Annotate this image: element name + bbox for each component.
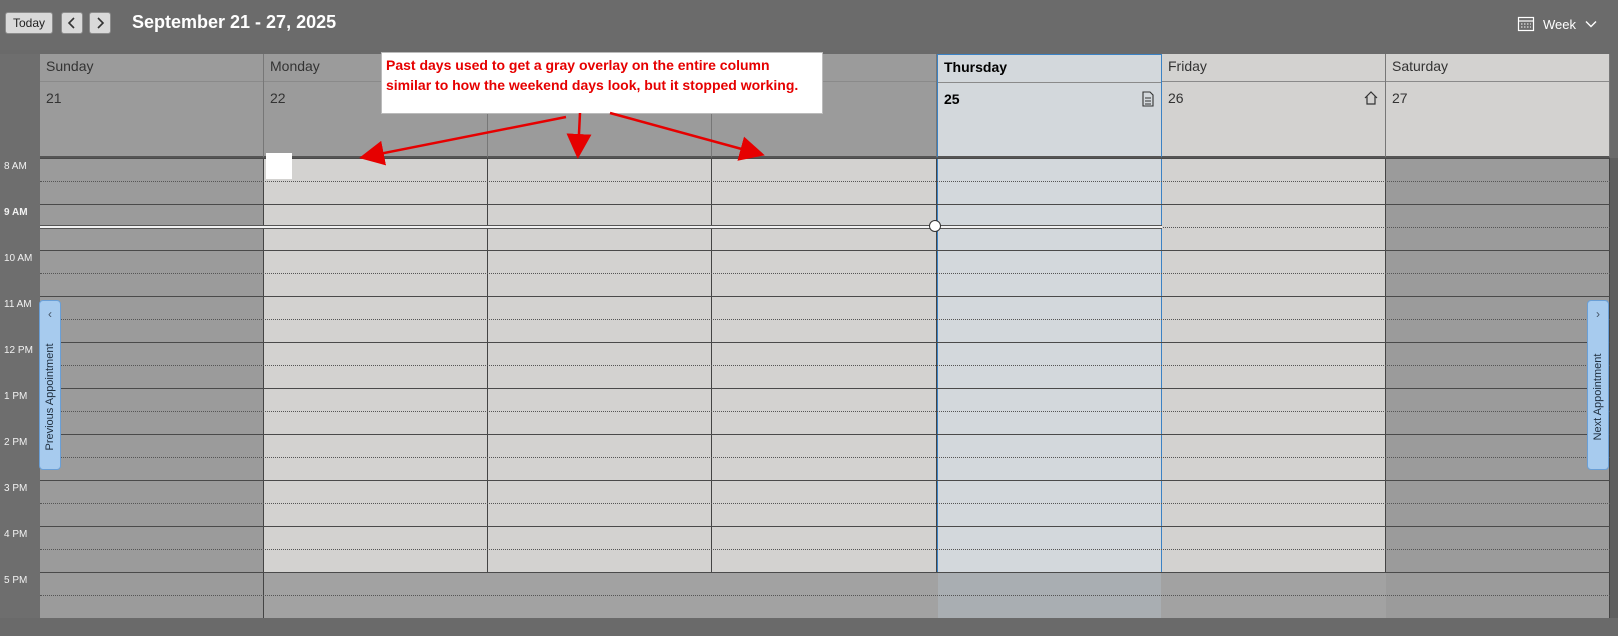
day-header-row: Sunday 21 Monday 22 Thursday 25 Friday 2…	[40, 54, 1610, 158]
date-range-title: September 21 - 27, 2025	[132, 12, 337, 32]
day-header-sunday[interactable]: Sunday 21	[40, 54, 264, 158]
day-header-thursday[interactable]: Thursday 25	[937, 54, 1162, 158]
time-label: 11 AM	[4, 299, 32, 310]
document-icon[interactable]	[1141, 91, 1155, 107]
day-header-saturday[interactable]: Saturday 27	[1386, 54, 1610, 158]
time-label: 12 PM	[4, 345, 33, 356]
chevron-down-icon	[1585, 21, 1597, 28]
view-selector[interactable]: Week	[1517, 12, 1598, 36]
time-label: 1 PM	[4, 391, 28, 402]
day-number: 22	[270, 90, 286, 106]
time-label: 2 PM	[4, 437, 28, 448]
day-name: Friday	[1168, 58, 1207, 74]
previous-appointment-label: Previous Appointment	[44, 343, 56, 451]
time-label: 10 AM	[4, 253, 33, 264]
next-week-button[interactable]	[89, 12, 111, 34]
calendar-toolbar: Today September 21 - 27, 2025 Week	[0, 0, 1618, 50]
current-time-line	[40, 225, 1162, 229]
time-label: 9 AM	[4, 207, 28, 218]
next-appointment-label: Next Appointment	[1592, 353, 1604, 441]
current-time-marker	[929, 220, 941, 232]
annotation-callout: Past days used to get a gray overlay on …	[381, 52, 823, 114]
time-label: 5 PM	[4, 575, 28, 586]
day-number: 25	[944, 91, 960, 107]
week-calendar: Sunday 21 Monday 22 Thursday 25 Friday 2…	[0, 54, 1610, 618]
chevron-left-icon	[67, 17, 75, 29]
day-number: 21	[46, 90, 62, 106]
day-number: 27	[1392, 90, 1408, 106]
time-label: 8 AM	[4, 161, 27, 172]
day-name: Thursday	[944, 59, 1008, 75]
time-label: 4 PM	[4, 529, 28, 540]
day-header-friday[interactable]: Friday 26	[1162, 54, 1386, 158]
view-label: Week	[1543, 16, 1576, 32]
bottom-strip	[0, 618, 1618, 636]
next-appointment-tab[interactable]: › Next Appointment	[1587, 300, 1609, 470]
home-icon[interactable]	[1363, 90, 1379, 106]
time-label: 3 PM	[4, 483, 28, 494]
chevron-right-icon: ›	[1596, 307, 1600, 321]
day-number: 26	[1168, 90, 1184, 106]
previous-appointment-tab[interactable]: ‹ Previous Appointment	[39, 300, 61, 470]
today-button[interactable]: Today	[5, 12, 53, 34]
day-name: Sunday	[46, 58, 94, 74]
day-name: Monday	[270, 58, 320, 74]
calendar-icon	[1517, 16, 1535, 32]
day-name: Saturday	[1392, 58, 1449, 74]
white-marker-box	[266, 153, 292, 179]
vertical-scrollbar[interactable]	[1610, 158, 1618, 618]
chevron-right-icon	[97, 17, 105, 29]
chevron-left-icon: ‹	[48, 307, 52, 321]
previous-week-button[interactable]	[61, 12, 83, 34]
